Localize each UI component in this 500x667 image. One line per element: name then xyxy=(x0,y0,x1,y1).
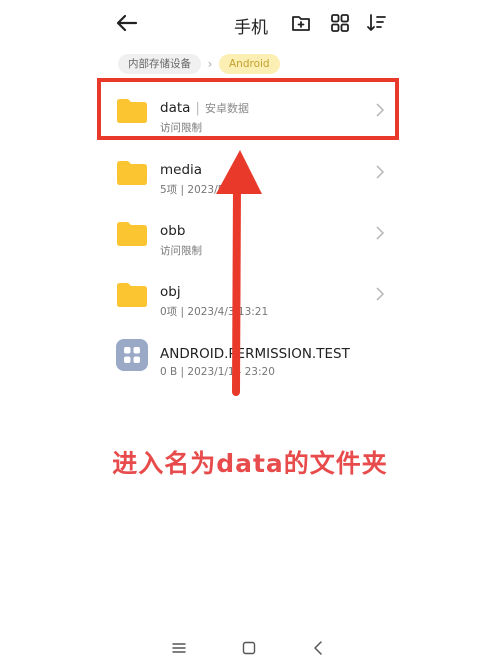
grid-view-icon[interactable] xyxy=(329,12,351,34)
file-row-obj[interactable]: obj 0项 | 2023/4/3 13:21 xyxy=(96,264,401,324)
new-folder-icon[interactable] xyxy=(290,12,312,34)
file-name: ANDROID.PERMISSION.TEST xyxy=(160,346,350,362)
file-meta: 访问限制 xyxy=(160,245,202,257)
back-arrow-icon[interactable] xyxy=(114,10,140,36)
folder-icon xyxy=(117,161,147,185)
file-name: obj xyxy=(160,284,181,300)
breadcrumb-internal-storage[interactable]: 内部存储设备 xyxy=(118,54,201,74)
sort-icon[interactable] xyxy=(366,12,388,34)
file-row-media[interactable]: media 5项 | 2023/5/ 9 xyxy=(96,142,401,202)
home-icon[interactable] xyxy=(241,640,257,656)
file-app-icon xyxy=(116,339,148,371)
chevron-right-icon xyxy=(376,226,385,240)
system-nav-bar xyxy=(0,634,500,662)
annotation-caption: 进入名为data的文件夹 xyxy=(112,449,388,478)
file-row-obb[interactable]: obb 访问限制 xyxy=(96,203,401,263)
chevron-right-icon xyxy=(376,287,385,301)
menu-icon[interactable] xyxy=(171,640,187,656)
chevron-right-icon: › xyxy=(207,57,213,71)
file-meta: 5项 | 2023/5/ 9 xyxy=(160,184,238,196)
chevron-right-icon xyxy=(376,165,385,179)
folder-icon xyxy=(117,283,147,307)
breadcrumb: 内部存储设备 › Android xyxy=(118,54,280,74)
file-name: obb xyxy=(160,223,186,239)
top-toolbar: 手机 xyxy=(0,0,500,48)
file-row-permission-test[interactable]: ANDROID.PERMISSION.TEST 0 B | 2023/1/14 … xyxy=(96,326,401,386)
file-meta: 0项 | 2023/4/3 13:21 xyxy=(160,306,269,318)
back-icon[interactable] xyxy=(311,640,327,656)
highlight-box xyxy=(97,78,399,140)
breadcrumb-android[interactable]: Android xyxy=(219,54,280,74)
file-meta: 0 B | 2023/1/14 23:20 xyxy=(160,366,275,378)
folder-icon xyxy=(117,222,147,246)
file-name: media xyxy=(160,162,203,178)
page-title: 手机 xyxy=(234,18,268,38)
